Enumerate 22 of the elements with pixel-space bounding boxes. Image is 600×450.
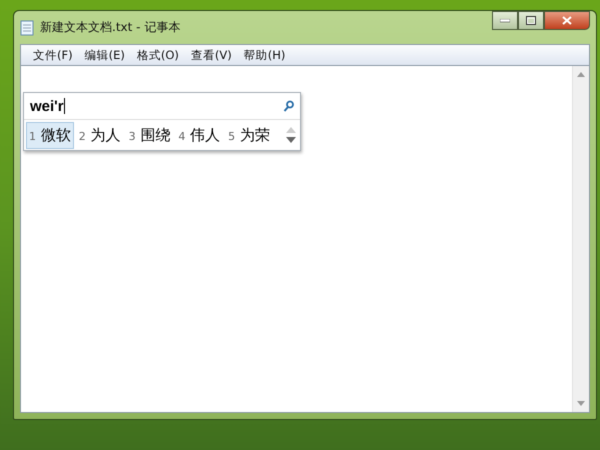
menu-item[interactable]: 格式(O) (130, 48, 185, 62)
menu-item[interactable]: 文件(F) (27, 48, 79, 62)
ime-candidate[interactable]: 2 为人 (76, 122, 124, 148)
close-icon (562, 16, 572, 25)
ime-candidate[interactable]: 1 微软 (26, 122, 74, 148)
ime-input-text: wei'r (30, 98, 64, 114)
maximize-button[interactable] (518, 11, 544, 30)
page-down-icon[interactable] (286, 137, 296, 143)
minimize-button[interactable] (492, 11, 518, 30)
menu-item[interactable]: 查看(V) (184, 48, 238, 62)
close-button[interactable] (544, 11, 590, 30)
maximize-icon (526, 16, 536, 25)
window-title: 新建文本文档.txt - 记事本 (40, 19, 180, 36)
menu-item[interactable]: 编辑(E) (78, 48, 131, 62)
menu-item[interactable]: 帮助(H) (238, 48, 292, 62)
ime-candidate[interactable]: 4 伟人 (175, 122, 224, 148)
minimize-icon (500, 18, 510, 22)
search-icon[interactable] (283, 100, 294, 112)
ime-candidate[interactable]: 3 围绕 (126, 122, 174, 148)
ime-candidate[interactable]: 5 为荣 (225, 122, 273, 148)
text-cursor (64, 98, 65, 114)
notepad-icon (20, 20, 34, 36)
